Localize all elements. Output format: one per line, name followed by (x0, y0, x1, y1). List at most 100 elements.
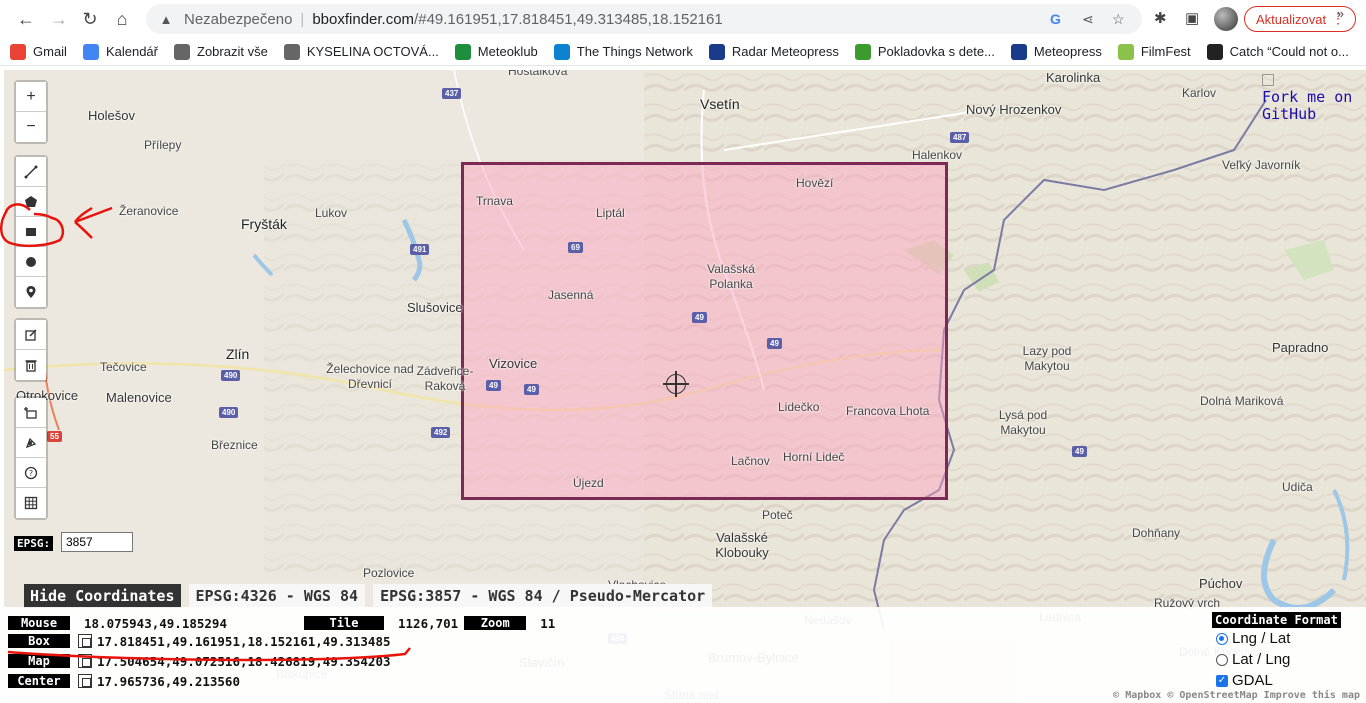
coordinate-panel: Mouse 18.075943,49.185294 Tile 1126,701 … (4, 607, 1366, 703)
place-label: Vizovice (489, 356, 538, 371)
hide-coordinates-button[interactable]: Hide Coordinates (24, 584, 181, 608)
broken-image-icon (1262, 74, 1274, 86)
share-icon[interactable]: ⋖ (1082, 11, 1094, 28)
security-status[interactable]: Nezabezpečeno (184, 11, 292, 28)
place-label: Tečovice (100, 360, 147, 374)
tab-epsg4326[interactable]: EPSG:4326 - WGS 84 (188, 584, 366, 608)
epsg-input[interactable] (61, 532, 133, 552)
bookmark-item[interactable]: Catch “Could not o... (1206, 43, 1349, 60)
bookmark-item[interactable]: Zobrazit vše (174, 43, 268, 60)
extensions-icon[interactable]: ✱ (1154, 9, 1167, 27)
edit-layers-icon[interactable] (16, 320, 46, 350)
bookmark-favicon-icon (454, 43, 471, 60)
locate-icon[interactable] (16, 428, 46, 458)
epsg-label: EPSG: (14, 536, 54, 551)
url-path[interactable]: /#49.161951,17.818451,49.313485,18.15216… (414, 11, 723, 28)
format-gdal-option[interactable]: ✓ GDAL (1212, 670, 1362, 691)
bookmark-item[interactable]: Kalendář (82, 43, 158, 60)
zoom-out-button[interactable]: − (16, 112, 46, 142)
place-label: Zádveřice-Raková (416, 364, 474, 393)
grid-icon[interactable] (16, 488, 46, 518)
tile-label: Tile (304, 616, 384, 630)
format-lnglat-radio[interactable] (1216, 632, 1228, 645)
center-label: Center (8, 674, 70, 688)
bookmark-favicon-icon (283, 43, 300, 60)
delete-layers-icon[interactable] (16, 350, 46, 380)
bookmark-item[interactable]: KYSELINA OCTOVÁ... (283, 43, 439, 60)
warning-icon[interactable]: ▲ (158, 11, 174, 27)
zoom-in-button[interactable]: + (16, 82, 46, 112)
road-number-badge: 492 (431, 427, 451, 438)
format-gdal-label: GDAL (1232, 672, 1273, 689)
github-fork-link[interactable]: Fork me on GitHub (1262, 72, 1366, 123)
tab-epsg3857[interactable]: EPSG:3857 - WGS 84 / Pseudo-Mercator (373, 584, 713, 608)
star-icon[interactable]: ☆ (1112, 11, 1125, 28)
format-lnglat-option[interactable]: Lng / Lat (1212, 628, 1362, 649)
bookmark-item[interactable]: Meteoklub (454, 43, 538, 60)
place-label: Lazy pod Makytou (1022, 344, 1072, 373)
place-label: Horní Lideč (783, 450, 845, 464)
road-number-badge: 49 (486, 380, 501, 391)
road-number-badge: 487 (950, 132, 970, 143)
map-value[interactable]: 17.504654,49.072516,18.426819,49.354203 (97, 654, 391, 669)
draw-rectangle-icon[interactable] (16, 217, 46, 247)
format-gdal-checkbox[interactable]: ✓ (1216, 674, 1228, 687)
draw-polygon-icon[interactable] (16, 187, 46, 217)
place-label: Zlín (226, 346, 250, 362)
format-latlng-radio[interactable] (1216, 653, 1228, 666)
bookmark-item[interactable]: Meteopress (1010, 43, 1102, 60)
map-attribution[interactable]: © Mapbox © OpenStreetMap Improve this ma… (1113, 690, 1360, 701)
bookmark-label: Catch “Could not o... (1229, 44, 1349, 59)
google-icon[interactable]: G (1050, 11, 1061, 27)
place-label: Žeranovice (119, 204, 179, 218)
address-bar[interactable]: ▲ Nezabezpečeno | bboxfinder.com /#49.16… (146, 4, 1142, 34)
place-label: Újezd (573, 476, 604, 490)
bookmark-label: KYSELINA OCTOVÁ... (306, 44, 439, 59)
box-value[interactable]: 17.818451,49.161951,18.152161,49.313485 (97, 634, 391, 649)
road-number-badge: 69 (568, 242, 583, 253)
back-arrow-icon[interactable]: ← (10, 3, 42, 35)
format-latlng-option[interactable]: Lat / Lng (1212, 649, 1362, 670)
bookmark-item[interactable]: The Things Network (553, 43, 693, 60)
bookmark-label: Gmail (33, 44, 67, 59)
bookmark-favicon-icon (854, 43, 871, 60)
draw-circle-icon[interactable] (16, 247, 46, 277)
place-label: Udiča (1282, 480, 1313, 494)
draw-polyline-icon[interactable] (16, 157, 46, 187)
road-number-badge: 49 (767, 338, 782, 349)
copy-box-icon[interactable] (78, 634, 92, 648)
zoom-control: + − (14, 80, 48, 144)
format-latlng-label: Lat / Lng (1232, 651, 1291, 668)
url-separator: | (300, 10, 305, 28)
home-icon[interactable]: ⌂ (106, 3, 138, 35)
bookmarks-more-icon[interactable]: » (1337, 6, 1344, 21)
bookmark-item[interactable]: Gmail (10, 43, 67, 60)
road-number-badge: 490 (221, 370, 241, 381)
url-host[interactable]: bboxfinder.com (312, 11, 414, 28)
help-icon[interactable]: ? (16, 458, 46, 488)
bookmark-item[interactable]: Pokladovka s dete... (854, 43, 995, 60)
center-value[interactable]: 17.965736,49.213560 (97, 674, 240, 689)
place-label: Valašské Klobouky (715, 530, 769, 560)
svg-text:?: ? (29, 469, 33, 478)
github-label[interactable]: Fork me on GitHub (1262, 89, 1354, 123)
bookmark-item[interactable]: FilmFest (1117, 43, 1191, 60)
coordinate-format-title: Coordinate Format (1212, 612, 1341, 628)
coordinate-tabs: Hide Coordinates EPSG:4326 - WGS 84 EPSG… (24, 584, 713, 608)
bookmark-favicon-icon (1206, 43, 1223, 60)
profile-avatar[interactable] (1214, 7, 1238, 31)
bookmark-item[interactable]: Radar Meteopress (708, 43, 839, 60)
copy-center-icon[interactable] (78, 674, 92, 688)
map-canvas[interactable]: Hostalkova Vsetín Karolinka Karlov Holešov No… (4, 70, 1366, 703)
mouse-value: 18.075943,49.185294 (84, 615, 227, 631)
copy-map-icon[interactable] (78, 654, 92, 668)
zoom-label: Zoom (464, 616, 527, 630)
reload-icon[interactable]: ↻ (74, 3, 106, 35)
forward-arrow-icon[interactable]: → (43, 3, 75, 35)
side-panel-icon[interactable]: ▣ (1185, 9, 1199, 27)
place-label: Poteč (762, 508, 793, 522)
box-label: Box (8, 634, 70, 648)
add-bbox-icon[interactable] (16, 398, 46, 428)
bounding-box-rectangle[interactable] (461, 162, 948, 500)
draw-marker-icon[interactable] (16, 277, 46, 307)
